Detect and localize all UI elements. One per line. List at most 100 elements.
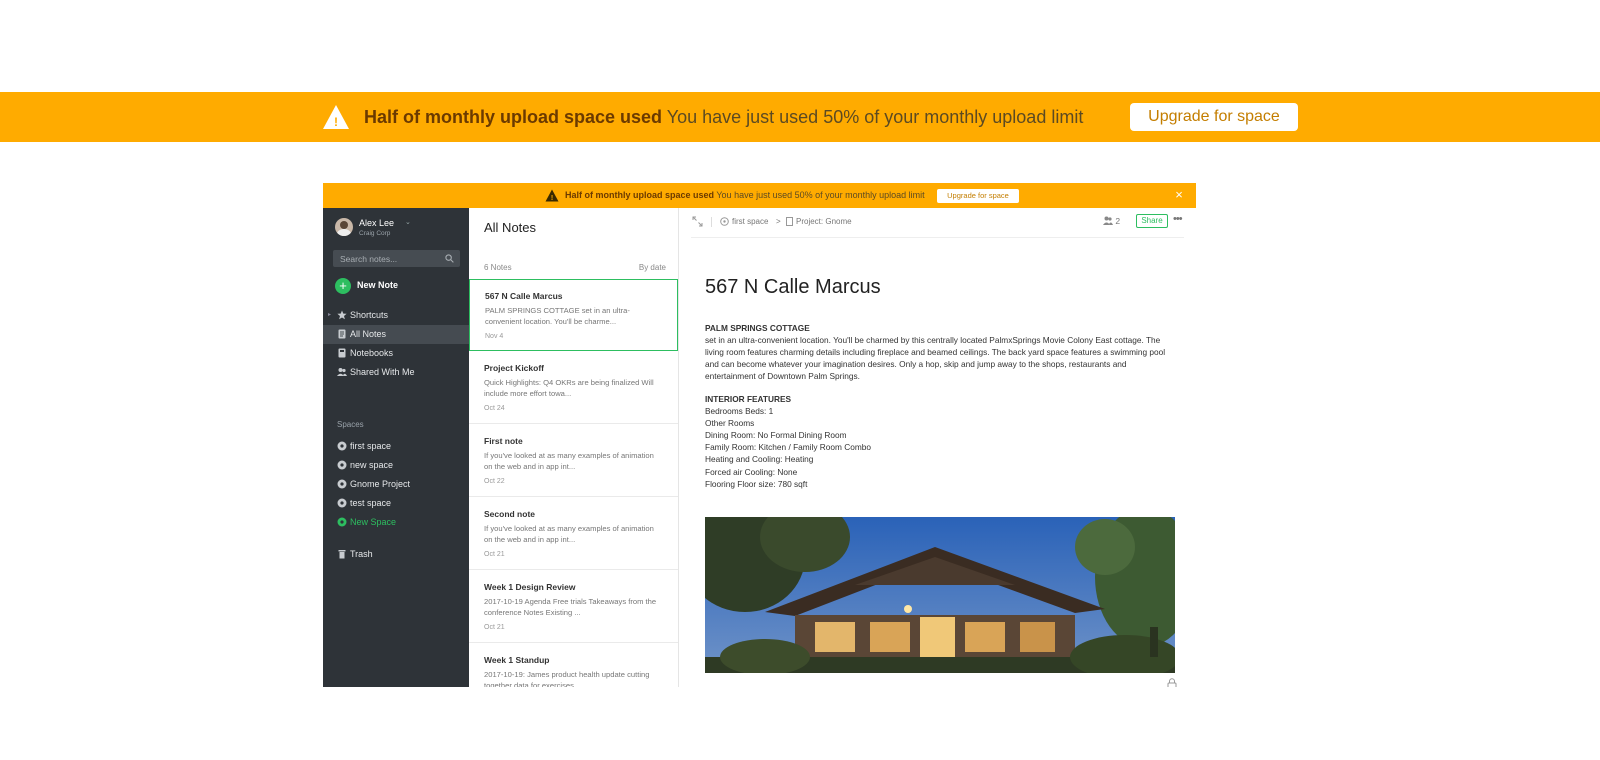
notebook-icon [338,348,346,358]
section-heading: INTERIOR FEATURES [705,394,792,404]
note-card-title: Week 1 Standup [484,655,550,665]
feature-line: Flooring Floor size: 780 sqft [705,478,808,489]
new-space-label: New Space [350,517,397,527]
space-icon [337,479,347,489]
sidebar-item-notebooks[interactable]: Notebooks [323,344,469,363]
note-card-date: Oct 22 [484,478,505,485]
new-space-button[interactable]: New Space [323,513,469,532]
spaces-header: Spaces [337,420,364,429]
new-note-button[interactable]: + New Note [335,278,455,294]
avatar [335,218,353,236]
house-photo[interactable] [705,517,1175,673]
space-item-first-space[interactable]: first space [323,437,469,456]
note-card-snippet: If you've looked at as many examples of … [484,524,654,544]
app-upload-warning-banner: ! Half of monthly upload space used You … [323,183,1196,208]
space-icon [720,217,729,226]
app-upgrade-for-space-button[interactable]: Upgrade for space [937,189,1019,203]
lock-icon[interactable] [1167,678,1177,687]
share-button[interactable]: Share [1136,214,1168,228]
note-section-2[interactable]: INTERIOR FEATURES Bedrooms Beds: 1 Other… [705,393,1175,490]
breadcrumb-notebook[interactable]: Project: Gnome [796,217,852,226]
note-card[interactable]: Week 1 Standup 2017-10-19: James product… [469,644,678,687]
note-title[interactable]: 567 N Calle Marcus [705,276,881,299]
warning-icon: ! [323,105,349,129]
note-card-snippet: 2017-10-19 Agenda Free trials Takeaways … [484,597,657,617]
note-card-title: First note [484,436,523,446]
divider [711,217,712,227]
sort-dropdown[interactable]: By date [639,263,666,272]
note-card[interactable]: Week 1 Design Review 2017-10-19 Agenda F… [469,571,678,643]
space-icon [337,498,347,508]
feature-line: Family Room: Kitchen / Family Room Combo [705,442,871,453]
feature-line: Dining Room: No Formal Dining Room [705,430,847,441]
sidebar-item-label: All Notes [350,329,387,339]
banner-message: Half of monthly upload space used You ha… [364,92,1083,142]
sidebar-item-trash[interactable]: Trash [323,545,469,564]
section-body: set in an ultra-convenient location. You… [705,335,1166,382]
sidebar-item-shared-with-me[interactable]: Shared With Me [323,363,469,382]
space-item-test-space[interactable]: test space [323,494,469,513]
banner-title: Half of monthly upload space used [364,107,663,127]
space-item-gnome-project[interactable]: Gnome Project [323,475,469,494]
note-card[interactable]: Project Kickoff Quick Highlights: Q4 OKR… [469,352,678,424]
warning-icon: ! [545,189,559,202]
chevron-down-icon: ⌄ [405,219,411,226]
plus-icon: + [335,278,351,294]
note-card[interactable]: 567 N Calle Marcus PALM SPRINGS COTTAGE … [469,279,678,351]
upload-warning-banner: ! Half of monthly upload space used You … [0,92,1600,142]
note-card-title: Week 1 Design Review [484,582,576,592]
account-name: Alex Lee [359,218,395,228]
expand-icon[interactable] [692,216,703,227]
note-icon [338,329,346,339]
space-item-label: new space [350,460,394,470]
sidebar: Alex Lee ⌄ Craig Corp + New Note ▸ Short… [323,208,469,687]
account-switcher[interactable]: Alex Lee ⌄ Craig Corp [335,216,455,240]
sidebar-item-label: Shared With Me [350,367,415,377]
svg-text:!: ! [551,195,553,202]
svg-text:!: ! [334,115,338,129]
star-icon [337,310,347,320]
trash-icon [338,550,346,559]
feature-line: Other Rooms [705,418,755,429]
collaborators-count[interactable]: 2 [1103,216,1120,226]
sidebar-item-all-notes[interactable]: All Notes [323,325,469,344]
feature-line: Bedrooms Beds: 1 [705,406,774,417]
note-card-snippet: If you've looked at as many examples of … [484,451,654,471]
breadcrumb-separator: > [776,217,781,226]
note-list: All Notes 6 Notes By date 567 N Calle Ma… [469,208,679,687]
upgrade-for-space-button[interactable]: Upgrade for space [1130,103,1298,131]
note-card-date: Oct 21 [484,624,505,631]
app-banner-title: Half of monthly upload space used [565,190,715,200]
note-section-1[interactable]: PALM SPRINGS COTTAGE set in an ultra-con… [705,322,1175,382]
close-icon[interactable]: × [1172,188,1186,202]
new-note-label: New Note [357,280,399,290]
space-icon [337,441,347,451]
people-icon [1103,216,1113,225]
space-item-label: first space [350,441,392,451]
note-card-snippet: Quick Highlights: Q4 OKRs are being fina… [484,378,654,398]
add-space-icon [337,517,347,527]
sidebar-item-label: Trash [350,549,373,559]
expand-arrow-icon[interactable]: ▸ [328,311,331,318]
breadcrumb-space[interactable]: first space [732,217,768,226]
notebook-icon [786,217,793,226]
search-box [333,250,460,267]
note-card[interactable]: First note If you've looked at as many e… [469,425,678,497]
feature-line: Heating and Cooling: Heating [705,454,814,465]
search-input[interactable] [340,250,440,267]
space-item-new-space[interactable]: new space [323,456,469,475]
app-banner-message: Half of monthly upload space used You ha… [565,183,925,208]
sidebar-item-shortcuts[interactable]: ▸ Shortcuts [323,306,469,325]
note-card-date: Nov 4 [485,333,504,340]
note-card-snippet: 2017-10-19: James product health update … [484,670,650,687]
note-card[interactable]: Second note If you've looked at as many … [469,498,678,570]
account-org: Craig Corp [359,230,391,237]
sidebar-item-label: Notebooks [350,348,394,358]
more-options-icon[interactable]: ••• [1173,213,1183,225]
space-icon [337,460,347,470]
note-editor: first space > Project: Gnome 2 Share •••… [679,208,1196,687]
note-card-title: 567 N Calle Marcus [485,291,563,301]
app-banner-text: You have just used 50% of your monthly u… [716,190,925,200]
space-item-label: test space [350,498,392,508]
note-card-date: Oct 24 [484,405,505,412]
